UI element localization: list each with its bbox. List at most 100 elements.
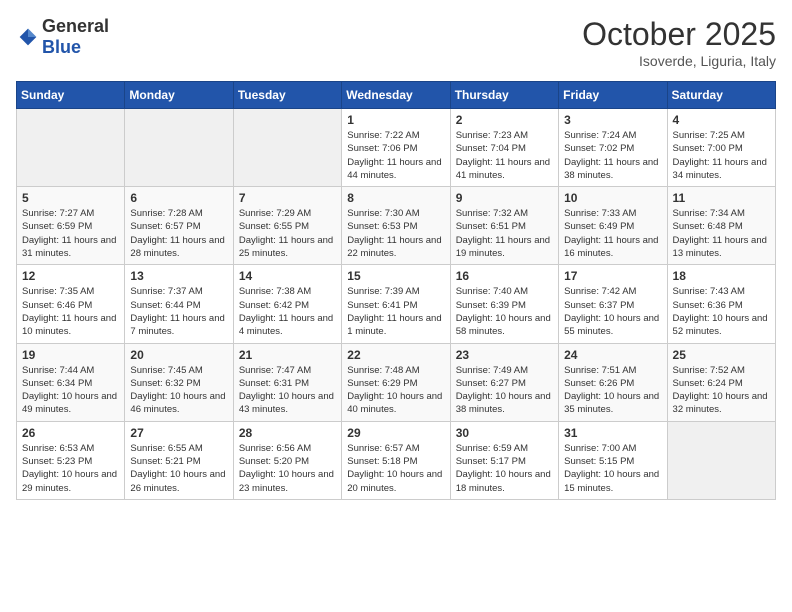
day-number: 4 — [673, 113, 770, 127]
day-cell — [667, 421, 775, 499]
day-cell: 9Sunrise: 7:32 AM Sunset: 6:51 PM Daylig… — [450, 187, 558, 265]
day-info: Sunrise: 7:27 AM Sunset: 6:59 PM Dayligh… — [22, 207, 119, 260]
day-cell: 4 Sunrise: 7:25 AM Sunset: 7:00 PM Daylig… — [667, 109, 775, 187]
week-row-1: 1 Sunrise: 7:22 AM Sunset: 7:06 PM Daylig… — [17, 109, 776, 187]
page-header: General Blue October 2025 Isoverde, Ligu… — [16, 16, 776, 69]
day-number: 31 — [564, 426, 661, 440]
day-info: Sunrise: 7:43 AM Sunset: 6:36 PM Dayligh… — [673, 285, 770, 338]
day-number: 14 — [239, 269, 336, 283]
day-cell: 2 Sunrise: 7:23 AM Sunset: 7:04 PM Daylig… — [450, 109, 558, 187]
logo-icon — [18, 27, 38, 47]
day-number: 20 — [130, 348, 227, 362]
weekday-header-saturday: Saturday — [667, 82, 775, 109]
weekday-header-friday: Friday — [559, 82, 667, 109]
day-info: Sunrise: 7:34 AM Sunset: 6:48 PM Dayligh… — [673, 207, 770, 260]
day-number: 2 — [456, 113, 553, 127]
day-number: 19 — [22, 348, 119, 362]
weekday-header-tuesday: Tuesday — [233, 82, 341, 109]
day-cell: 13 Sunrise: 7:37 AM Sunset: 6:44 PM Dayli… — [125, 265, 233, 343]
day-number: 23 — [456, 348, 553, 362]
day-cell: 17Sunrise: 7:42 AM Sunset: 6:37 PM Dayli… — [559, 265, 667, 343]
day-cell: 6 Sunrise: 7:28 AM Sunset: 6:57 PM Daylig… — [125, 187, 233, 265]
day-info: Sunrise: 7:00 AM Sunset: 5:15 PM Dayligh… — [564, 442, 661, 495]
day-cell: 26 Sunrise: 6:53 AM Sunset: 5:23 PM Dayli… — [17, 421, 125, 499]
day-number: 11 — [673, 191, 770, 205]
day-info: Sunrise: 7:45 AM Sunset: 6:32 PM Dayligh… — [130, 364, 227, 417]
day-info: Sunrise: 7:39 AM Sunset: 6:41 PM Dayligh… — [347, 285, 444, 338]
day-cell: 3 Sunrise: 7:24 AM Sunset: 7:02 PM Daylig… — [559, 109, 667, 187]
day-number: 9 — [456, 191, 553, 205]
day-cell: 8 Sunrise: 7:30 AM Sunset: 6:53 PM Daylig… — [342, 187, 450, 265]
day-number: 6 — [130, 191, 227, 205]
weekday-header-sunday: Sunday — [17, 82, 125, 109]
day-info: Sunrise: 7:25 AM Sunset: 7:00 PM Dayligh… — [673, 129, 770, 182]
day-cell: 27 Sunrise: 6:55 AM Sunset: 5:21 PM Dayli… — [125, 421, 233, 499]
day-info: Sunrise: 7:40 AM Sunset: 6:39 PM Dayligh… — [456, 285, 553, 338]
weekday-header-monday: Monday — [125, 82, 233, 109]
day-info: Sunrise: 7:22 AM Sunset: 7:06 PM Dayligh… — [347, 129, 444, 182]
day-info: Sunrise: 7:37 AM Sunset: 6:44 PM Dayligh… — [130, 285, 227, 338]
day-number: 24 — [564, 348, 661, 362]
day-number: 27 — [130, 426, 227, 440]
day-number: 17 — [564, 269, 661, 283]
day-info: Sunrise: 7:48 AM Sunset: 6:29 PM Dayligh… — [347, 364, 444, 417]
day-cell: 16 Sunrise: 7:40 AM Sunset: 6:39 PM Dayli… — [450, 265, 558, 343]
day-info: Sunrise: 6:53 AM Sunset: 5:23 PM Dayligh… — [22, 442, 119, 495]
day-cell: 5 Sunrise: 7:27 AM Sunset: 6:59 PM Daylig… — [17, 187, 125, 265]
weekday-header-wednesday: Wednesday — [342, 82, 450, 109]
day-cell — [125, 109, 233, 187]
day-cell: 15Sunrise: 7:39 AM Sunset: 6:41 PM Dayli… — [342, 265, 450, 343]
day-number: 21 — [239, 348, 336, 362]
day-info: Sunrise: 6:55 AM Sunset: 5:21 PM Dayligh… — [130, 442, 227, 495]
title-block: October 2025 Isoverde, Liguria, Italy — [582, 16, 776, 69]
day-cell: 22 Sunrise: 7:48 AM Sunset: 6:29 PM Dayli… — [342, 343, 450, 421]
week-row-3: 12 Sunrise: 7:35 AM Sunset: 6:46 PM Dayli… — [17, 265, 776, 343]
day-cell: 28Sunrise: 6:56 AM Sunset: 5:20 PM Dayli… — [233, 421, 341, 499]
day-number: 13 — [130, 269, 227, 283]
day-info: Sunrise: 7:52 AM Sunset: 6:24 PM Dayligh… — [673, 364, 770, 417]
day-number: 26 — [22, 426, 119, 440]
day-info: Sunrise: 6:59 AM Sunset: 5:17 PM Dayligh… — [456, 442, 553, 495]
day-cell: 23 Sunrise: 7:49 AM Sunset: 6:27 PM Dayli… — [450, 343, 558, 421]
day-info: Sunrise: 6:57 AM Sunset: 5:18 PM Dayligh… — [347, 442, 444, 495]
logo: General Blue — [16, 16, 109, 58]
day-number: 10 — [564, 191, 661, 205]
week-row-5: 26 Sunrise: 6:53 AM Sunset: 5:23 PM Dayli… — [17, 421, 776, 499]
day-number: 5 — [22, 191, 119, 205]
day-info: Sunrise: 7:30 AM Sunset: 6:53 PM Dayligh… — [347, 207, 444, 260]
week-row-2: 5 Sunrise: 7:27 AM Sunset: 6:59 PM Daylig… — [17, 187, 776, 265]
day-cell: 12 Sunrise: 7:35 AM Sunset: 6:46 PM Dayli… — [17, 265, 125, 343]
day-cell: 25Sunrise: 7:52 AM Sunset: 6:24 PM Dayli… — [667, 343, 775, 421]
day-info: Sunrise: 7:35 AM Sunset: 6:46 PM Dayligh… — [22, 285, 119, 338]
logo-general: General Blue — [42, 16, 109, 58]
day-info: Sunrise: 7:24 AM Sunset: 7:02 PM Dayligh… — [564, 129, 661, 182]
day-number: 18 — [673, 269, 770, 283]
day-cell: 30Sunrise: 6:59 AM Sunset: 5:17 PM Dayli… — [450, 421, 558, 499]
day-info: Sunrise: 7:49 AM Sunset: 6:27 PM Dayligh… — [456, 364, 553, 417]
day-info: Sunrise: 7:44 AM Sunset: 6:34 PM Dayligh… — [22, 364, 119, 417]
day-info: Sunrise: 7:51 AM Sunset: 6:26 PM Dayligh… — [564, 364, 661, 417]
day-number: 1 — [347, 113, 444, 127]
day-number: 28 — [239, 426, 336, 440]
day-number: 22 — [347, 348, 444, 362]
day-number: 16 — [456, 269, 553, 283]
location-subtitle: Isoverde, Liguria, Italy — [582, 53, 776, 69]
day-cell: 18 Sunrise: 7:43 AM Sunset: 6:36 PM Dayli… — [667, 265, 775, 343]
day-cell: 31 Sunrise: 7:00 AM Sunset: 5:15 PM Dayli… — [559, 421, 667, 499]
day-info: Sunrise: 7:23 AM Sunset: 7:04 PM Dayligh… — [456, 129, 553, 182]
calendar-table: SundayMondayTuesdayWednesdayThursdayFrid… — [16, 81, 776, 500]
day-cell: 20 Sunrise: 7:45 AM Sunset: 6:32 PM Dayli… — [125, 343, 233, 421]
month-title: October 2025 — [582, 16, 776, 53]
day-cell: 21 Sunrise: 7:47 AM Sunset: 6:31 PM Dayli… — [233, 343, 341, 421]
day-number: 7 — [239, 191, 336, 205]
day-number: 12 — [22, 269, 119, 283]
day-cell: 24 Sunrise: 7:51 AM Sunset: 6:26 PM Dayli… — [559, 343, 667, 421]
day-info: Sunrise: 7:28 AM Sunset: 6:57 PM Dayligh… — [130, 207, 227, 260]
day-info: Sunrise: 7:33 AM Sunset: 6:49 PM Dayligh… — [564, 207, 661, 260]
day-cell: 19 Sunrise: 7:44 AM Sunset: 6:34 PM Dayli… — [17, 343, 125, 421]
day-info: Sunrise: 7:47 AM Sunset: 6:31 PM Dayligh… — [239, 364, 336, 417]
day-info: Sunrise: 7:38 AM Sunset: 6:42 PM Dayligh… — [239, 285, 336, 338]
day-cell: 29Sunrise: 6:57 AM Sunset: 5:18 PM Dayli… — [342, 421, 450, 499]
day-number: 3 — [564, 113, 661, 127]
day-number: 8 — [347, 191, 444, 205]
